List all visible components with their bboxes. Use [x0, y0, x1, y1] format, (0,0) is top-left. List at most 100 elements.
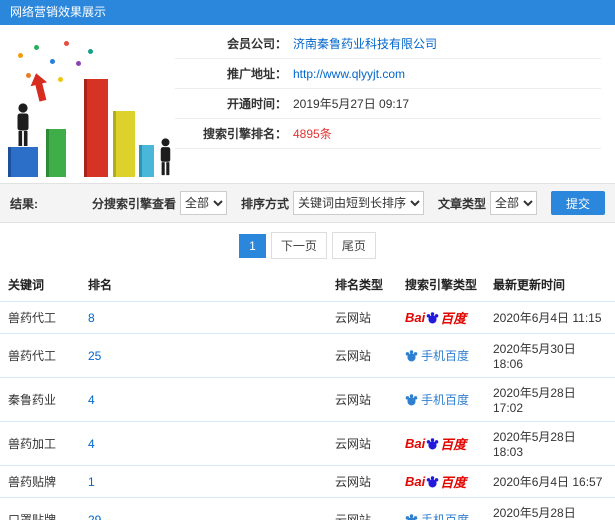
- confetti-dot: [64, 41, 69, 46]
- confetti-dot: [58, 77, 63, 82]
- open-time-value: 2019年5月27日 09:17: [293, 97, 410, 111]
- col-header-update-time: 最新更新时间: [493, 278, 566, 292]
- engine-rank-count: 4895条: [293, 127, 332, 141]
- filter-controls: 分搜索引擎查看 全部 排序方式 关键词由短到长排序 文章类型 全部 提交: [82, 191, 605, 215]
- cell-rank: 4: [80, 421, 327, 466]
- summary-section: 会员公司： 济南秦鲁药业科技有限公司 推广地址： http://www.qlyy…: [0, 25, 615, 183]
- promo-url-label: 推广地址：: [226, 67, 287, 81]
- article-type-label: 文章类型: [437, 196, 486, 211]
- col-header-rank: 排名: [88, 278, 113, 292]
- table-row: 兽药贴牌 1 云网站 Bai 百度 2020年6月4日 16:57: [0, 465, 615, 498]
- last-page-button[interactable]: 尾页: [331, 232, 376, 259]
- confetti-dot: [88, 49, 93, 54]
- info-row: 开通时间： 2019年5月27日 09:17: [175, 89, 601, 119]
- person-figure-left: [17, 103, 29, 146]
- cell-time: 2020年5月28日 17:02: [485, 377, 615, 422]
- article-type-select[interactable]: 全部: [489, 191, 537, 215]
- baidu-mobile-badge: 手机百度: [405, 511, 469, 520]
- cell-time: 2020年5月28日 16:55: [485, 497, 615, 520]
- confetti-dot: [18, 53, 23, 58]
- rank-link[interactable]: 8: [88, 311, 95, 325]
- title-bar: 网络营销效果展示: [0, 0, 615, 25]
- cell-keyword: 口罩贴牌: [0, 497, 80, 520]
- growth-arrow-icon: [30, 73, 48, 102]
- cell-engine: 手机百度: [397, 497, 485, 520]
- sort-filter-select[interactable]: 关键词由短到长排序: [292, 191, 424, 215]
- cell-keyword: 兽药加工: [0, 421, 80, 466]
- table-row: 兽药加工 4 云网站 Bai 百度 2020年5月28日 18:03: [0, 421, 615, 466]
- info-row: 推广地址： http://www.qlyyjt.com: [175, 59, 601, 89]
- cell-rank: 4: [80, 377, 327, 422]
- baidu-pc-logo: Bai 百度: [405, 310, 467, 326]
- baidu-paw-icon: [426, 312, 439, 324]
- red-bar-shape: [84, 79, 108, 177]
- cell-rank-type: 云网站: [327, 301, 397, 334]
- rank-link[interactable]: 1: [88, 475, 95, 489]
- baidu-paw-icon: [426, 476, 439, 488]
- member-company-link[interactable]: 济南秦鲁药业科技有限公司: [293, 35, 437, 52]
- open-time-label: 开通时间：: [226, 97, 287, 111]
- cell-rank: 1: [80, 465, 327, 498]
- member-company-label: 会员公司：: [226, 37, 287, 51]
- cell-rank-type: 云网站: [327, 377, 397, 422]
- col-header-keyword: 关键词: [8, 278, 45, 292]
- cell-time: 2020年6月4日 11:15: [485, 301, 615, 334]
- table-row: 兽药代工 8 云网站 Bai 百度 2020年6月4日 11:15: [0, 301, 615, 334]
- cell-rank-type: 云网站: [327, 333, 397, 378]
- page: 网络营销效果展示 会员公司： 济南秦鲁药业科技有限公司 推广地址： http:/…: [0, 0, 615, 520]
- cell-keyword: 兽药代工: [0, 301, 80, 334]
- teal-bar-shape: [139, 145, 154, 177]
- cell-time: 2020年5月30日 18:06: [485, 333, 615, 378]
- confetti-dot: [34, 45, 39, 50]
- cell-time: 2020年5月28日 18:03: [485, 421, 615, 466]
- cell-engine: Bai 百度: [397, 465, 485, 498]
- cell-engine: Bai 百度: [397, 421, 485, 466]
- info-list: 会员公司： 济南秦鲁药业科技有限公司 推广地址： http://www.qlyy…: [175, 29, 601, 183]
- green-bar-shape: [46, 129, 66, 177]
- table-header-row: 关键词 排名 排名类型 搜索引擎类型 最新更新时间: [0, 268, 615, 302]
- col-header-engine-type: 搜索引擎类型: [405, 278, 478, 292]
- col-header-rank-type: 排名类型: [335, 278, 384, 292]
- rank-link[interactable]: 4: [88, 393, 95, 407]
- result-label: 结果:: [10, 196, 38, 211]
- engine-filter-label: 分搜索引擎查看: [91, 196, 176, 211]
- baidu-paw-icon: [405, 513, 418, 520]
- confetti-dot: [50, 59, 55, 64]
- engine-rank-label: 搜索引擎排名：: [202, 127, 287, 141]
- promo-url-link[interactable]: http://www.qlyyjt.com: [293, 67, 405, 81]
- next-page-button[interactable]: 下一页: [270, 232, 327, 259]
- baidu-paw-icon: [405, 349, 418, 361]
- pagination: 1 下一页 尾页: [0, 223, 615, 268]
- baidu-pc-logo: Bai 百度: [405, 474, 467, 490]
- cell-rank: 25: [80, 333, 327, 378]
- cell-rank-type: 云网站: [327, 497, 397, 520]
- confetti-dot: [76, 61, 81, 66]
- rank-link[interactable]: 25: [88, 349, 101, 363]
- cell-rank: 29: [80, 497, 327, 520]
- baidu-paw-icon: [426, 438, 439, 450]
- baidu-pc-logo: Bai 百度: [405, 436, 467, 452]
- blue-cube-shape: [8, 147, 38, 177]
- cell-keyword: 秦鲁药业: [0, 377, 80, 422]
- marketing-chart-illustration: [0, 25, 175, 183]
- cell-engine: Bai 百度: [397, 301, 485, 334]
- info-row: 会员公司： 济南秦鲁药业科技有限公司: [175, 29, 601, 59]
- cell-keyword: 兽药代工: [0, 333, 80, 378]
- rank-link[interactable]: 29: [88, 513, 101, 520]
- table-row: 秦鲁药业 4 云网站 手机百度 2020年5月28日 17:02: [0, 377, 615, 422]
- cell-engine: 手机百度: [397, 333, 485, 378]
- submit-button[interactable]: 提交: [550, 191, 605, 215]
- engine-filter-select[interactable]: 全部: [179, 191, 227, 215]
- baidu-mobile-badge: 手机百度: [405, 347, 469, 364]
- page-title: 网络营销效果展示: [10, 5, 107, 19]
- filter-bar: 结果: 分搜索引擎查看 全部 排序方式 关键词由短到长排序 文章类型 全部 提交: [0, 183, 615, 223]
- results-table: 关键词 排名 排名类型 搜索引擎类型 最新更新时间 兽药代工 8 云网站 Bai…: [0, 268, 615, 520]
- table-row: 兽药代工 25 云网站 手机百度 2020年5月30日 18:06: [0, 333, 615, 378]
- table-body: 兽药代工 8 云网站 Bai 百度 2020年6月4日 11:15 兽药代工 25…: [0, 301, 615, 520]
- table-row: 口罩贴牌 29 云网站 手机百度 2020年5月28日 16:55: [0, 497, 615, 520]
- page-1-button[interactable]: 1: [239, 233, 266, 258]
- rank-link[interactable]: 4: [88, 437, 95, 451]
- cell-rank-type: 云网站: [327, 465, 397, 498]
- baidu-paw-icon: [405, 393, 418, 405]
- cell-keyword: 兽药贴牌: [0, 465, 80, 498]
